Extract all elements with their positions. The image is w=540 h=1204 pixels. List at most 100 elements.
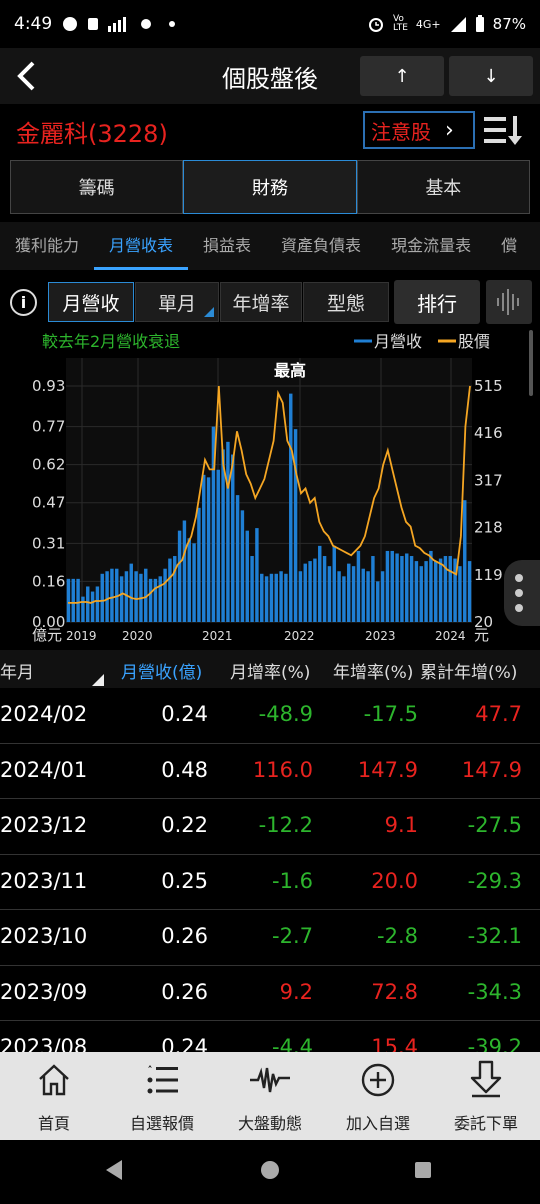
cell-month: 2023/08	[0, 1035, 88, 1052]
revenue-bar	[298, 571, 303, 622]
revenue-bar	[448, 556, 452, 622]
cell-yoy: 72.8	[371, 979, 418, 1004]
revenue-bar	[395, 553, 399, 622]
y-right-tick-label: 218	[474, 519, 503, 537]
system-home-icon[interactable]	[261, 1161, 279, 1179]
header-month[interactable]: 年月	[0, 658, 34, 683]
nav-add-watchlist[interactable]: 加入自選	[324, 1052, 432, 1140]
waveform-icon	[497, 289, 519, 315]
revenue-chart-svg: 2019 2020 2021 2022 2023 2024 0.93 0.77 0.62 0.47…	[32, 330, 533, 644]
revenue-bar	[66, 578, 71, 622]
revenue-bar	[158, 576, 162, 622]
header-mom[interactable]: 月增率(%)	[230, 658, 310, 683]
table-row[interactable]: 2024/02 0.24 -48.9 -17.5 47.7	[0, 688, 540, 744]
sort-menu-icon[interactable]	[484, 114, 524, 146]
tab-balance-sheet[interactable]: 資產負債表	[266, 222, 376, 270]
monthly-revenue-button[interactable]: 月營收	[48, 282, 134, 322]
revenue-bar	[405, 553, 409, 622]
legend-price-label: 股價	[458, 332, 490, 351]
cell-month: 2024/01	[0, 757, 88, 782]
y-right-tick-label: 317	[474, 471, 503, 489]
previous-stock-button[interactable]: ↑	[360, 56, 444, 96]
revenue-bar	[438, 558, 443, 622]
revenue-bar	[390, 550, 394, 622]
revenue-bar	[168, 558, 172, 622]
info-icon[interactable]: i	[10, 289, 37, 316]
nav-order-label: 委託下單	[453, 1114, 518, 1133]
segment-chips[interactable]: 籌碼	[10, 160, 184, 214]
list-icon	[147, 1065, 178, 1094]
alarm-icon	[368, 18, 383, 32]
revenue-bar	[400, 556, 404, 622]
tab-profitability[interactable]: 獲利能力	[0, 222, 94, 270]
watch-stock-button[interactable]: 注意股 ›	[363, 111, 475, 149]
home-icon	[39, 1064, 69, 1096]
header-yoy[interactable]: 年增率(%)	[333, 658, 413, 683]
system-back-icon[interactable]	[106, 1160, 122, 1180]
revenue-table: 2024/02 0.24 -48.9 -17.5 47.7 2024/01 0.48 116.…	[0, 688, 540, 1052]
table-row[interactable]: 2024/01 0.48 116.0 147.9 147.9	[0, 744, 540, 799]
back-button[interactable]	[6, 56, 46, 96]
ranking-button[interactable]: 排行	[394, 280, 480, 324]
y-left-tick-label: 0.62	[32, 456, 65, 474]
revenue-bar	[434, 561, 438, 622]
tab-monthly-revenue[interactable]: 月營收表	[94, 222, 189, 270]
revenue-bar	[303, 563, 307, 622]
nav-order[interactable]: 委託下單	[432, 1052, 540, 1140]
nav-home[interactable]: 首頁	[0, 1052, 108, 1140]
y-left-tick-label: 0.93	[32, 377, 65, 395]
stock-header: 金麗科(3228) 注意股 ›	[0, 104, 540, 156]
next-stock-button[interactable]: ↓	[449, 56, 533, 96]
revenue-bar	[187, 538, 191, 622]
revenue-bar	[216, 469, 220, 622]
segment-financial[interactable]: 財務	[183, 160, 357, 214]
battery-icon	[475, 15, 484, 32]
back-arrow-icon	[17, 61, 35, 91]
nav-market[interactable]: 大盤動態	[216, 1052, 324, 1140]
chart-scrollbar	[529, 330, 533, 396]
single-month-dropdown[interactable]: 單月	[135, 282, 219, 322]
cell-cum: 47.7	[475, 702, 522, 726]
chart-toolbar: i 月營收 單月 年增率 型態 排行	[0, 278, 540, 326]
cell-month: 2024/02	[0, 702, 88, 726]
table-row[interactable]: 2023/10 0.26 -2.7 -2.8 -32.1	[0, 910, 540, 966]
tab-more[interactable]: 償	[486, 222, 532, 270]
tab-cash-flow[interactable]: 現金流量表	[376, 222, 486, 270]
x-tick-label: 2022	[284, 629, 315, 643]
nav-watchlist[interactable]: 自選報價	[108, 1052, 216, 1140]
revenue-bar	[197, 507, 201, 622]
cell-yoy: 9.1	[384, 813, 418, 837]
x-tick-label: 2024	[435, 629, 466, 643]
cell-month: 2023/11	[0, 868, 88, 893]
yoy-button[interactable]: 年增率	[220, 282, 302, 322]
revenue-bar	[269, 573, 274, 622]
legend-revenue-label: 月營收	[374, 332, 422, 351]
table-row[interactable]: 2023/09 0.26 9.2 72.8 -34.3	[0, 966, 540, 1021]
header-cumulative[interactable]: 累計年增(%)	[420, 658, 517, 683]
revenue-bar	[245, 530, 249, 622]
table-row[interactable]: 2023/12 0.22 -12.2 9.1 -27.5	[0, 799, 540, 855]
cell-revenue: 0.24	[161, 702, 208, 726]
revenue-bar	[129, 563, 133, 622]
cell-mom: -4.4	[272, 1035, 313, 1052]
revenue-bar	[376, 581, 380, 622]
header-revenue[interactable]: 月營收(億)	[121, 658, 202, 683]
segment-basic[interactable]: 基本	[356, 160, 530, 214]
x-tick-label: 2023	[365, 629, 396, 643]
cell-mom: 116.0	[252, 757, 313, 782]
sort-corner-icon	[92, 674, 104, 686]
style-button[interactable]: 型態	[303, 282, 389, 322]
revenue-bar	[95, 586, 100, 622]
watch-label: 注意股	[371, 119, 431, 144]
revenue-bar	[318, 545, 322, 622]
waveform-button[interactable]	[486, 280, 532, 324]
table-row[interactable]: 2023/08 0.24 -4.4 15.4 -39.2	[0, 1021, 540, 1052]
cell-mom: -48.9	[258, 702, 313, 726]
cell-cum: -34.3	[467, 979, 522, 1004]
side-panel-handle[interactable]	[504, 560, 540, 626]
nav-market-label: 大盤動態	[237, 1114, 302, 1133]
tab-income-statement[interactable]: 損益表	[188, 222, 266, 270]
cell-cum: -32.1	[467, 924, 522, 948]
table-row[interactable]: 2023/11 0.25 -1.6 20.0 -29.3	[0, 855, 540, 910]
system-recents-icon[interactable]	[415, 1162, 431, 1178]
